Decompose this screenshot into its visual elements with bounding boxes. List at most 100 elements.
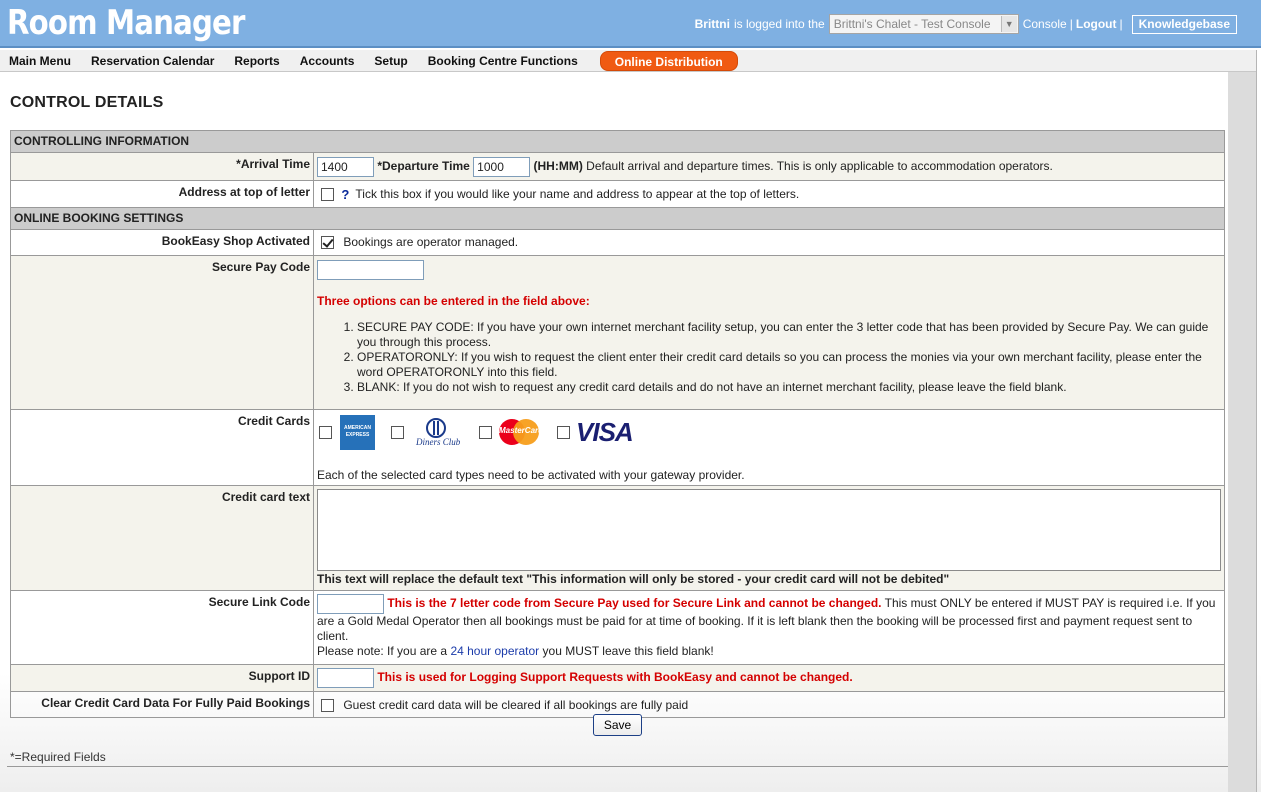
save-wrap: Save — [593, 714, 642, 736]
secure-link-label: Secure Link Code — [10, 590, 314, 665]
arrival-time-label: *Arrival Time — [10, 152, 314, 181]
nav-online-distribution[interactable]: Online Distribution — [599, 50, 738, 71]
credit-cards-label: Credit Cards — [10, 409, 314, 486]
clear-cc-checkbox[interactable] — [321, 699, 334, 713]
card-options: AMERICAN EXPRESS Diners Club MasterCard … — [317, 413, 1221, 451]
support-id-row: Support ID This is used for Logging Supp… — [10, 664, 1225, 692]
24-hour-operator-link[interactable]: 24 hour operator — [450, 644, 539, 658]
mastercard-logo-text: MasterCard — [499, 426, 544, 435]
secure-link-note-prefix: Please note: If you are a — [317, 644, 448, 658]
credit-cards-field-cell: AMERICAN EXPRESS Diners Club MasterCard … — [313, 409, 1225, 486]
bookeasy-shop-help: Bookings are operator managed. — [343, 235, 519, 249]
secure-link-warning: This is the 7 letter code from Secure Pa… — [387, 596, 882, 611]
address-field-cell: ? Tick this box if you would like your n… — [313, 180, 1225, 208]
visa-checkbox[interactable] — [557, 425, 570, 439]
bookeasy-shop-checkbox[interactable] — [321, 236, 334, 250]
separator: | — [1119, 17, 1123, 31]
credit-card-text-label: Credit card text — [10, 485, 314, 591]
secure-pay-row: Secure Pay Code Three options can be ent… — [10, 255, 1225, 410]
secure-link-cell: This is the 7 letter code from Secure Pa… — [313, 590, 1225, 665]
diners-club-logo-icon: Diners Club — [416, 417, 462, 447]
arrival-help-text: Default arrival and departure times. Thi… — [586, 159, 1053, 174]
username: Brittni — [694, 17, 730, 31]
secure-link-row: Secure Link Code This is the 7 letter co… — [10, 590, 1225, 665]
arrival-row: *Arrival Time 1400 *Departure Time 1000 … — [10, 152, 1225, 181]
nav-booking-centre-functions[interactable]: Booking Centre Functions — [418, 50, 588, 72]
section-controlling-information: CONTROLLING INFORMATION — [10, 130, 1225, 153]
logged-into-text: is logged into the — [733, 17, 825, 31]
address-letter-help: Tick this box if you would like your nam… — [355, 187, 800, 201]
nav-setup[interactable]: Setup — [364, 50, 417, 72]
support-id-input[interactable] — [317, 668, 374, 688]
secure-link-note: Please note: If you are a 24 hour operat… — [317, 644, 1221, 659]
visa-logo-icon: VISA — [576, 416, 634, 447]
nav-reports[interactable]: Reports — [224, 50, 289, 72]
amex-logo-icon: AMERICAN EXPRESS — [340, 414, 375, 450]
mastercard-logo-icon: MasterCard — [498, 418, 544, 446]
scrollbar-gutter[interactable] — [1228, 72, 1256, 792]
list-item: SECURE PAY CODE: If you have your own in… — [357, 320, 1221, 350]
bookeasy-field-cell: Bookings are operator managed. — [313, 229, 1225, 256]
logout-link[interactable]: Logout — [1076, 17, 1117, 31]
credit-card-text-help: This text will replace the default text … — [317, 572, 950, 586]
arrival-field-cell: 1400 *Departure Time 1000 (HH:MM) Defaul… — [313, 152, 1225, 181]
arrival-time-input[interactable]: 1400 — [317, 157, 374, 177]
address-letter-label: Address at top of letter — [10, 180, 314, 208]
credit-card-text-input[interactable] — [317, 489, 1221, 571]
credit-card-text-cell: This text will replace the default text … — [313, 485, 1225, 591]
section-header: ONLINE BOOKING SETTINGS — [10, 207, 1225, 230]
diners-checkbox[interactable] — [391, 425, 404, 439]
amex-logo-line2: EXPRESS — [345, 432, 370, 438]
app-logo: Room Manager — [7, 3, 245, 43]
departure-time-input[interactable]: 1000 — [473, 157, 531, 177]
main-nav: Main Menu Reservation Calendar Reports A… — [0, 50, 1256, 72]
bookeasy-shop-label: BookEasy Shop Activated — [10, 229, 314, 256]
credit-cards-row: Credit Cards AMERICAN EXPRESS Diners Clu… — [10, 409, 1225, 486]
nav-main-menu[interactable]: Main Menu — [0, 50, 81, 72]
nav-reservation-calendar[interactable]: Reservation Calendar — [81, 50, 224, 72]
required-fields-note: *=Required Fields — [10, 750, 106, 764]
diners-logo-text: Diners Club — [416, 437, 461, 447]
secure-pay-options-heading: Three options can be entered in the fiel… — [317, 294, 590, 308]
scrollbar-track-edge — [1256, 50, 1257, 792]
console-select-value: Brittni's Chalet - Test Console — [833, 17, 991, 31]
bookeasy-row: BookEasy Shop Activated Bookings are ope… — [10, 229, 1225, 256]
time-format-hint: (HH:MM) — [533, 159, 583, 174]
secure-link-note-suffix: you MUST leave this field blank! — [542, 644, 714, 658]
address-row: Address at top of letter ? Tick this box… — [10, 180, 1225, 208]
control-details-form: CONTROLLING INFORMATION *Arrival Time 14… — [10, 130, 1225, 718]
clear-cc-label: Clear Credit Card Data For Fully Paid Bo… — [10, 691, 314, 718]
support-id-cell: This is used for Logging Support Request… — [313, 664, 1225, 692]
list-item: OPERATORONLY: If you wish to request the… — [357, 350, 1221, 380]
clear-cc-cell: Guest credit card data will be cleared i… — [313, 691, 1225, 718]
divider — [7, 766, 1228, 767]
app-header: Room Manager Brittni is logged into the … — [0, 0, 1261, 48]
list-item: BLANK: If you do not wish to request any… — [357, 380, 1221, 395]
section-header: CONTROLLING INFORMATION — [10, 130, 1225, 153]
secure-pay-field-cell: Three options can be entered in the fiel… — [313, 255, 1225, 410]
save-button[interactable]: Save — [593, 714, 642, 736]
clear-cc-help: Guest credit card data will be cleared i… — [343, 698, 689, 712]
mastercard-checkbox[interactable] — [479, 425, 492, 439]
section-online-booking-settings: ONLINE BOOKING SETTINGS — [10, 207, 1225, 230]
secure-pay-input[interactable] — [317, 260, 424, 280]
main-content: CONTROL DETAILS CONTROLLING INFORMATION … — [0, 72, 1228, 792]
user-bar: Brittni is logged into the Brittni's Cha… — [695, 14, 1237, 34]
chevron-down-icon[interactable]: ▼ — [1000, 16, 1017, 32]
secure-link-input[interactable] — [317, 594, 384, 614]
console-select[interactable]: Brittni's Chalet - Test Console ▼ — [828, 14, 1019, 34]
credit-cards-help: Each of the selected card types need to … — [317, 468, 745, 482]
address-letter-checkbox[interactable] — [321, 188, 334, 202]
console-link[interactable]: Console — [1023, 17, 1067, 31]
help-question-icon[interactable]: ? — [341, 187, 349, 202]
amex-checkbox[interactable] — [319, 425, 332, 439]
secure-pay-options-list: SECURE PAY CODE: If you have your own in… — [317, 320, 1221, 395]
support-id-warning: This is used for Logging Support Request… — [377, 670, 853, 685]
separator: | — [1069, 17, 1073, 31]
support-id-label: Support ID — [10, 664, 314, 692]
amex-logo-line1: AMERICAN — [344, 425, 371, 431]
nav-accounts[interactable]: Accounts — [290, 50, 365, 72]
credit-card-text-row: Credit card text This text will replace … — [10, 485, 1225, 591]
knowledgebase-button[interactable]: Knowledgebase — [1131, 14, 1237, 34]
page-title: CONTROL DETAILS — [10, 94, 164, 111]
